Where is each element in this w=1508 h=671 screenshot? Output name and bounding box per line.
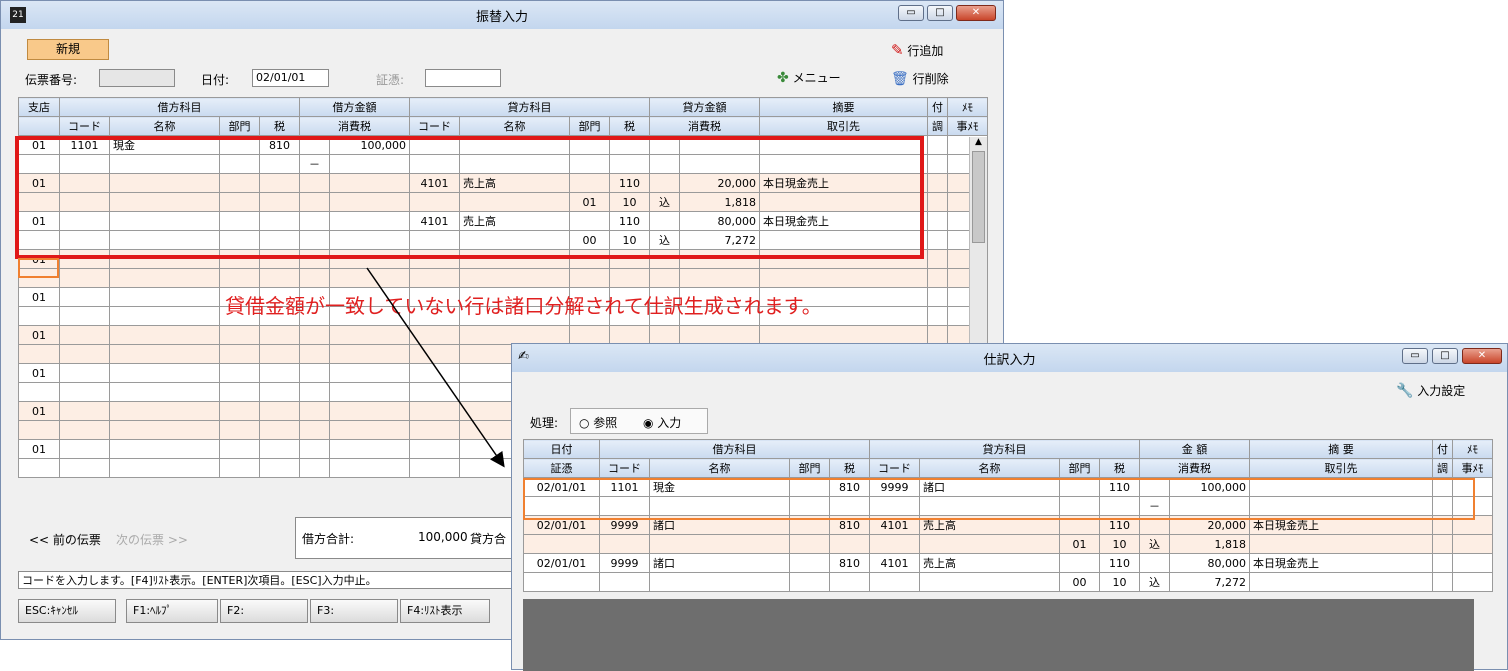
grid-cell[interactable]: 810 [829,553,870,573]
grid-cell[interactable] [1432,553,1453,573]
grid-cell[interactable] [523,572,600,592]
sub-col-partner: 取引先 [1249,458,1433,478]
grid-cell[interactable] [829,572,870,592]
sub-window-title: 仕訳入力 [983,353,1036,368]
sub-col-adjust: 調 [1432,458,1453,478]
sub-header-row-bottom: 証憑 コード 名称 部門 税 コード 名称 部門 税 消費税 取引先 調 事ﾒﾓ [523,458,1493,478]
grid-cell[interactable] [1059,553,1100,573]
sub-col-ctax: 消費税 [1139,458,1250,478]
sub-col-memo: ﾒﾓ [1452,439,1493,459]
sub-col-credit-dept: 部門 [1059,458,1100,478]
sub-close-button[interactable]: ✕ [1462,348,1502,364]
radio-view-label: 参照 [593,416,618,430]
grid-cell[interactable] [1432,534,1453,554]
grid-cell[interactable]: 込 [1139,534,1170,554]
sub-col-debit-name: 名称 [649,458,790,478]
grid-cell[interactable] [869,572,920,592]
grid-cell[interactable]: 売上高 [919,553,1060,573]
sub-minimize-button[interactable]: ▭ [1402,348,1428,364]
grid-cell[interactable] [649,534,790,554]
grid-cell[interactable] [1452,553,1493,573]
grid-cell[interactable] [523,534,600,554]
table-row: 01 10 込 1,818 [523,534,1493,554]
process-group: ○ 参照 ◉ 入力 [570,408,708,434]
grid-cell[interactable] [789,572,830,592]
input-settings-button[interactable]: 🔧 入力設定 [1396,382,1465,399]
grid-cell[interactable]: 110 [1099,553,1140,573]
radio-input-label: 入力 [657,416,682,430]
grid-cell[interactable] [1139,553,1170,573]
grid-cell[interactable]: 7,272 [1169,572,1250,592]
grid-cell[interactable] [829,534,870,554]
sub-col-credit-tax: 税 [1099,458,1140,478]
sub-col-evidence: 証憑 [523,458,600,478]
sub-col-credit-account: 貸方科目 [869,439,1140,459]
sub-col-debit-code: コード [599,458,650,478]
grid-cell[interactable] [1452,572,1493,592]
sub-maximize-button[interactable]: □ [1432,348,1458,364]
grid-cell[interactable]: 4101 [869,553,920,573]
radio-view[interactable]: ○ 参照 [579,414,617,431]
grid-cell[interactable] [789,534,830,554]
sub-col-amount: 金 額 [1139,439,1250,459]
grid-cell[interactable] [919,572,1060,592]
wrench-icon: 🔧 [1396,383,1414,399]
grid-cell[interactable]: 1,818 [1169,534,1250,554]
sub-col-debit-dept: 部門 [789,458,830,478]
sub-title-bar: ✍ 仕訳入力 ▭ □ ✕ [512,344,1507,372]
table-row: 02/01/01 9999 諸口 810 4101 売上高 110 80,000 本日現金売上 [523,553,1493,573]
sub-col-credit-code: コード [869,458,920,478]
sub-col-debit-account: 借方科目 [599,439,870,459]
grid-cell[interactable] [869,534,920,554]
input-settings-label: 入力設定 [1417,384,1466,398]
radio-input[interactable]: ◉ 入力 [643,414,681,431]
grid-cell[interactable] [1452,534,1493,554]
grid-cell[interactable]: 10 [1099,572,1140,592]
table-row: 00 10 込 7,272 [523,572,1493,592]
sub-header-row-top: 日付 借方科目 貸方科目 金 額 摘 要 付 ﾒﾓ [523,439,1493,459]
grid-cell[interactable] [649,572,790,592]
grid-cell[interactable]: 9999 [599,553,650,573]
grid-cell[interactable] [1249,572,1433,592]
grid-cell[interactable]: 80,000 [1169,553,1250,573]
grid-cell[interactable] [1432,572,1453,592]
sub-col-credit-name: 名称 [919,458,1060,478]
sub-col-attach: 付 [1432,439,1453,459]
highlight-box-orange [523,478,1475,520]
grid-cell[interactable]: 諸口 [649,553,790,573]
grid-cell[interactable] [789,553,830,573]
grid-cell[interactable]: 本日現金売上 [1249,553,1433,573]
grid-cell[interactable] [599,572,650,592]
grid-cell[interactable] [1249,534,1433,554]
sub-col-debit-tax: 税 [829,458,870,478]
grid-cell[interactable]: 00 [1059,572,1100,592]
grid-cell[interactable]: 01 [1059,534,1100,554]
grid-cell[interactable] [599,534,650,554]
grid-cell[interactable]: 02/01/01 [523,553,600,573]
empty-grid-area [523,599,1474,671]
grid-cell[interactable]: 込 [1139,572,1170,592]
sub-col-date: 日付 [523,439,600,459]
grid-cell[interactable] [919,534,1060,554]
grid-cell[interactable]: 10 [1099,534,1140,554]
journal-entry-window: ✍ 仕訳入力 ▭ □ ✕ 🔧 入力設定 処理: ○ 参照 ◉ 入力 日付 借方科… [511,343,1508,671]
sub-col-memo2: 事ﾒﾓ [1452,458,1493,478]
sub-col-summary: 摘 要 [1249,439,1433,459]
process-label: 処理: [530,416,559,430]
